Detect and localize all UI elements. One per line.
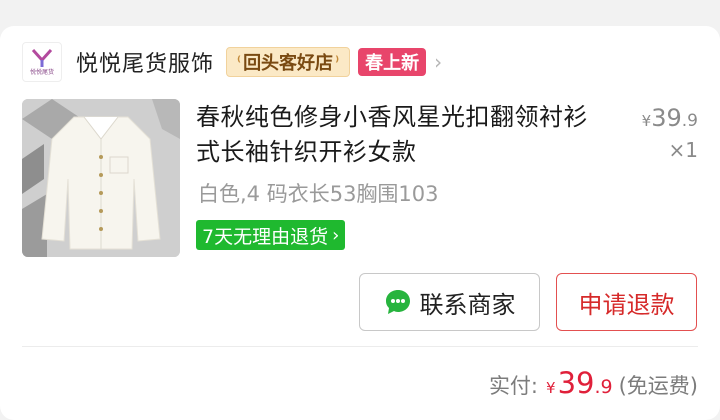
contact-seller-button[interactable]: 联系商家: [359, 273, 540, 331]
product-photo: [22, 99, 180, 257]
item-price: ¥39.9: [642, 104, 698, 132]
seven-day-return-tag[interactable]: 7天无理由退货 ›: [196, 220, 346, 250]
shop-name[interactable]: 悦悦尾货服饰: [76, 46, 214, 78]
chat-bubble-icon: [384, 288, 412, 316]
request-refund-button[interactable]: 申请退款: [556, 273, 697, 331]
item-price-currency: ¥: [641, 112, 652, 130]
total-amount-decimal: .9: [594, 376, 613, 398]
repeat-customer-badge: ⁽ 回头客好店 ⁾: [226, 47, 351, 77]
shop-logo-mark: [31, 48, 53, 67]
total-currency: ¥: [546, 379, 556, 397]
item-price-decimal: .9: [681, 111, 698, 131]
total-label: 实付:: [488, 374, 539, 398]
divider: [22, 346, 698, 347]
laurel-right-icon: ⁾: [335, 54, 340, 70]
seven-day-return-label: 7天无理由退货: [202, 225, 329, 248]
contact-seller-label: 联系商家: [419, 290, 516, 319]
free-shipping-note: (免运费): [618, 374, 698, 398]
shop-logo[interactable]: 悦悦尾货: [22, 42, 62, 82]
order-card: 悦悦尾货 悦悦尾货服饰 ⁽ 回头客好店 ⁾ 春上新 › 春秋纯色修身小香风星光扣…: [0, 26, 720, 420]
product-title[interactable]: 春秋纯色修身小香风星光扣翻领衬衫式长袖针织开衫女款: [196, 100, 606, 170]
shop-logo-text: 悦悦尾货: [29, 69, 54, 76]
product-image[interactable]: [22, 99, 180, 257]
total-amount-integer: 39: [557, 366, 595, 400]
shop-header[interactable]: 悦悦尾货 悦悦尾货服饰 ⁽ 回头客好店 ⁾ 春上新 ›: [22, 42, 442, 82]
chevron-right-icon: ›: [332, 224, 340, 246]
item-quantity: ×1: [668, 138, 698, 162]
spring-new-badge: 春上新: [358, 48, 427, 76]
chevron-right-icon[interactable]: ›: [434, 50, 442, 74]
total-paid: 实付: ¥ 39 .9 (免运费): [489, 366, 698, 400]
item-price-integer: 39: [651, 104, 682, 132]
product-spec: 白色,4 码衣长53胸围103: [198, 182, 439, 206]
laurel-left-icon: ⁽: [237, 54, 242, 70]
repeat-customer-badge-label: 回头客好店: [243, 53, 334, 74]
